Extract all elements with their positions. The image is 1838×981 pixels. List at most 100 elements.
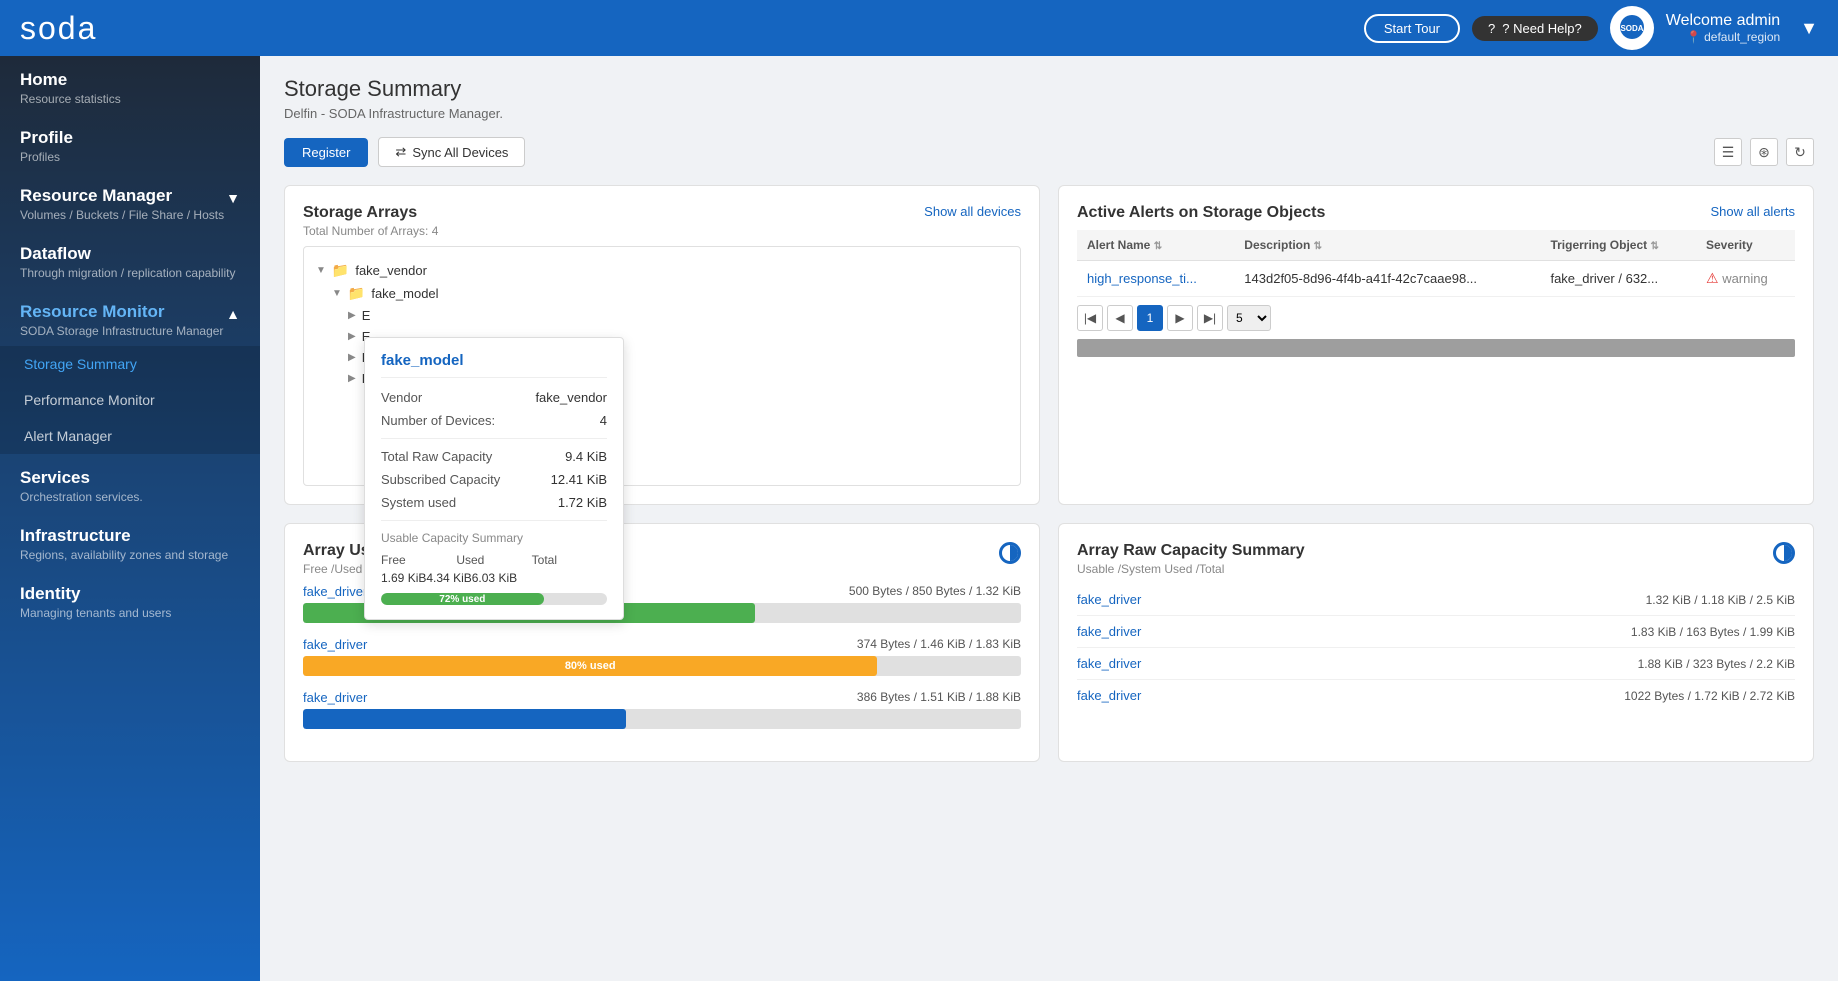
driver-link[interactable]: fake_driver [303,690,367,705]
list-view-button[interactable]: ☰ [1714,138,1742,166]
show-all-devices-link[interactable]: Show all devices [924,204,1021,219]
tree-item-fake-model[interactable]: ▼ 📁 fake_model [332,282,1008,305]
refresh-button[interactable]: ↻ [1786,138,1814,166]
raw-values: 1022 Bytes / 1.72 KiB / 2.72 KiB [1624,689,1795,703]
tree-item-fake-vendor[interactable]: ▼ 📁 fake_vendor [316,259,1008,282]
app-layout: Home Resource statistics Profile Profile… [0,56,1838,981]
sidebar-item-identity[interactable]: Identity Managing tenants and users [0,570,260,628]
sidebar-item-infrastructure[interactable]: Infrastructure Regions, availability zon… [0,512,260,570]
sort-icon: ⇅ [1154,241,1162,252]
next-page-button[interactable]: ▶ [1167,305,1193,331]
tree-label: fake_model [371,286,438,301]
alert-desc-cell: 143d2f05-8d96-4f4b-a41f-42c7caae98... [1234,261,1540,297]
raw-values: 1.88 KiB / 323 Bytes / 2.2 KiB [1638,657,1795,671]
start-tour-button[interactable]: Start Tour [1364,14,1460,43]
sync-all-button[interactable]: ⇄ Sync All Devices [378,137,525,167]
raw-capacity-title: Array Raw Capacity Summary [1077,542,1305,560]
capacity-bar-fill: 80% used [303,656,877,676]
table-row: high_response_ti... 143d2f05-8d96-4f4b-a… [1077,261,1795,297]
alert-severity-cell: ⚠ warning [1696,261,1795,297]
capacity-values: 374 Bytes / 1.46 KiB / 1.83 KiB [857,637,1021,652]
page-1-button[interactable]: 1 [1137,305,1163,331]
svg-text:SODA: SODA [1620,24,1643,33]
sidebar-home-sub: Resource statistics [20,92,240,106]
raw-driver-link[interactable]: fake_driver [1077,656,1141,671]
raw-driver-link[interactable]: fake_driver [1077,624,1141,639]
total-label: Total [532,553,607,567]
tree-label: fake_vendor [355,263,427,278]
storage-arrays-tree: ▼ 📁 fake_vendor ▼ 📁 fake_model ▶ E ▶ [303,246,1021,486]
sidebar-item-services[interactable]: Services Orchestration services. [0,454,260,512]
raw-values: 1.32 KiB / 1.18 KiB / 2.5 KiB [1646,593,1795,607]
raw-driver-link[interactable]: fake_driver [1077,592,1141,607]
prev-page-button[interactable]: ◀ [1107,305,1133,331]
tooltip-subscribed-row: Subscribed Capacity 12.41 KiB [381,472,607,487]
sidebar-resource-monitor-title: Resource Monitor [20,302,226,322]
alerts-pagination: |◀ ◀ 1 ▶ ▶| 5 10 25 [1077,297,1795,331]
col-triggering-object: Trigerring Object ⇅ [1540,230,1696,261]
first-page-button[interactable]: |◀ [1077,305,1103,331]
alert-name-cell: high_response_ti... [1077,261,1234,297]
tooltip-raw-row: Total Raw Capacity 9.4 KiB [381,449,607,464]
view-toggles: ☰ ⊛ ↻ [1714,138,1814,166]
main-toolbar: Register ⇄ Sync All Devices ☰ ⊛ ↻ [284,137,1814,167]
sidebar-sub-alert-manager[interactable]: Alert Manager [0,418,260,454]
alerts-table: Alert Name ⇅ Description ⇅ Trigerring Ob… [1077,230,1795,297]
folder-icon: 📁 [332,262,349,279]
sidebar-sub-storage-summary[interactable]: Storage Summary [0,346,260,382]
sidebar-item-resource-manager[interactable]: Resource Manager Volumes / Buckets / Fil… [0,172,260,230]
per-page-select[interactable]: 5 10 25 [1227,305,1271,331]
need-help-button[interactable]: ? ? Need Help? [1472,16,1598,41]
tooltip-usable-labels: Free Used Total [381,553,607,567]
app-header: soda Start Tour ? ? Need Help? SODA Welc… [0,0,1838,56]
sidebar-home-title: Home [20,70,240,90]
tree-arrow-icon: ▼ [332,288,342,299]
raw-capacity-subtitle: Usable /System Used /Total [1077,562,1305,576]
capacity-bar-bg [303,709,1021,729]
col-description: Description ⇅ [1234,230,1540,261]
resource-manager-expand-icon: ▼ [226,190,240,206]
sidebar-sub-performance-monitor[interactable]: Performance Monitor [0,382,260,418]
sidebar-item-resource-monitor[interactable]: Resource Monitor SODA Storage Infrastruc… [0,288,260,346]
tooltip-usable-title: Usable Capacity Summary [381,531,607,545]
capacity-bar-fill [303,709,626,729]
sidebar: Home Resource statistics Profile Profile… [0,56,260,981]
tooltip-progress-fill: 72% used [381,593,544,605]
capacity-values: 500 Bytes / 850 Bytes / 1.32 KiB [849,584,1021,599]
register-button[interactable]: Register [284,138,368,167]
sidebar-services-title: Services [20,468,240,488]
last-page-button[interactable]: ▶| [1197,305,1223,331]
tooltip-title: fake_model [381,352,607,378]
tree-arrow-icon: ▶ [348,310,356,321]
header-actions: Start Tour ? ? Need Help? SODA Welcome a… [1364,6,1818,50]
active-alerts-title: Active Alerts on Storage Objects [1077,204,1325,222]
tooltip-devices-row: Number of Devices: 4 [381,413,607,428]
driver-link[interactable]: fake_driver [303,584,367,599]
show-all-alerts-link[interactable]: Show all alerts [1710,204,1795,219]
app-logo: soda [20,10,97,47]
main-content: Storage Summary Delfin - SODA Infrastruc… [260,56,1838,981]
sidebar-item-profile[interactable]: Profile Profiles [0,114,260,172]
raw-driver-link[interactable]: fake_driver [1077,688,1141,703]
raw-capacity-card: Array Raw Capacity Summary Usable /Syste… [1058,523,1814,762]
user-region: 📍 default_region [1666,30,1780,44]
resource-monitor-expand-icon: ▲ [226,306,240,322]
driver-link[interactable]: fake_driver [303,637,367,652]
sidebar-item-dataflow[interactable]: Dataflow Through migration / replication… [0,230,260,288]
alert-name-link[interactable]: high_response_ti... [1087,271,1197,286]
usable-row-2: fake_driver 374 Bytes / 1.46 KiB / 1.83 … [303,637,1021,676]
alerts-table-header: Alert Name ⇅ Description ⇅ Trigerring Ob… [1077,230,1795,261]
sort-icon: ⇅ [1650,241,1658,252]
severity-label: warning [1722,271,1768,286]
gray-bar-decoration [1077,339,1795,357]
grid-view-button[interactable]: ⊛ [1750,138,1778,166]
sidebar-infrastructure-title: Infrastructure [20,526,240,546]
page-subtitle: Delfin - SODA Infrastructure Manager. [284,106,1814,121]
sort-icon: ⇅ [1314,241,1322,252]
tree-item-e1[interactable]: ▶ E [348,305,1008,326]
sidebar-item-home[interactable]: Home Resource statistics [0,56,260,114]
sidebar-profile-title: Profile [20,128,240,148]
sidebar-resource-manager-sub: Volumes / Buckets / File Share / Hosts [20,208,226,222]
used-value: 4.34 KiB [426,571,471,585]
user-menu-chevron[interactable]: ▼ [1800,18,1818,39]
